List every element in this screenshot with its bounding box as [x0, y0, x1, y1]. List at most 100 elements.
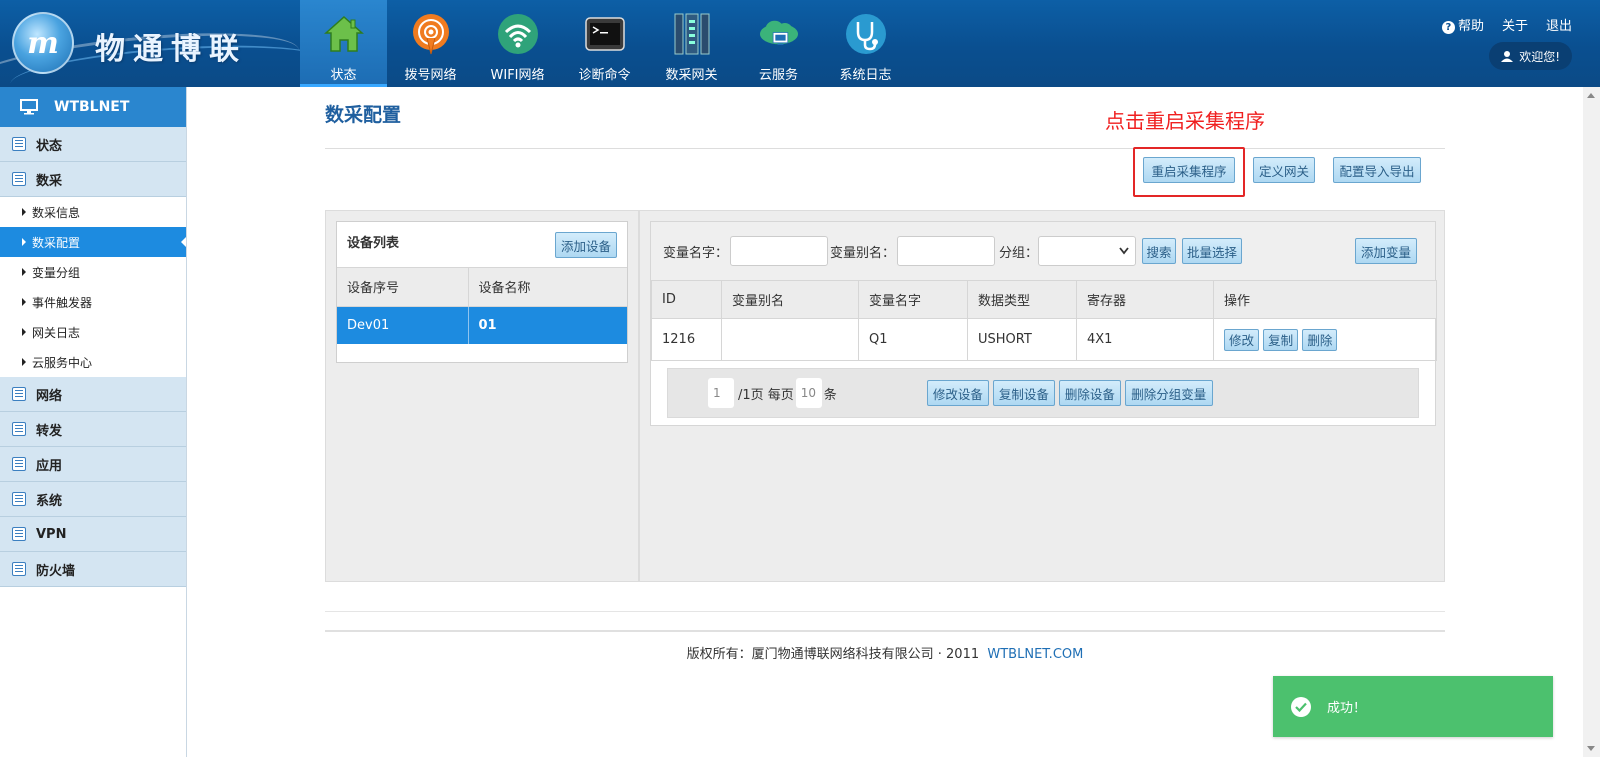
- copy-variable-button[interactable]: 复制: [1263, 328, 1299, 351]
- divider: [325, 148, 1445, 149]
- delete-variable-button[interactable]: 删除: [1302, 328, 1338, 351]
- device-list-title: 设备列表: [347, 236, 400, 251]
- filter-bar: 变量名字： 变量别名： 分组： 搜索 批量选择 添加变量: [651, 222, 1435, 280]
- column-header: ID: [651, 280, 722, 319]
- sidebar: WTBLNET 状态 数采 数采信息 数采配置 变量分组 事件触发器 网关日志 …: [0, 87, 187, 757]
- home-icon: [322, 12, 366, 56]
- sidebar-group-label: VPN: [36, 526, 67, 542]
- var-alias-input[interactable]: [897, 236, 996, 266]
- page-title: 数采配置: [325, 104, 402, 126]
- sidebar-group-firewall[interactable]: 防火墙: [0, 552, 186, 587]
- sidebar-group-forward[interactable]: 转发: [0, 412, 186, 447]
- caret-right-icon: [22, 328, 26, 336]
- nav-label: 拨号网络: [404, 68, 457, 83]
- user-icon: [1501, 51, 1514, 62]
- nav-syslog[interactable]: 系统日志: [822, 0, 909, 87]
- delete-device-button[interactable]: 删除设备: [1058, 380, 1121, 406]
- sidebar-group-acquisition[interactable]: 数采: [0, 162, 186, 197]
- welcome-badge[interactable]: 欢迎您!: [1489, 42, 1572, 70]
- footer-divider: [325, 630, 1445, 632]
- batch-select-button[interactable]: 批量选择: [1182, 238, 1243, 264]
- restart-acquisition-button[interactable]: 重启采集程序: [1143, 157, 1235, 183]
- sidebar-group-label: 状态: [36, 138, 63, 154]
- welcome-text: 欢迎您!: [1519, 49, 1560, 64]
- device-list-header: 设备列表 添加设备: [337, 222, 627, 268]
- logout-link[interactable]: 退出: [1546, 15, 1572, 34]
- copy-device-button[interactable]: 复制设备: [992, 380, 1055, 406]
- scroll-up-icon[interactable]: [1587, 93, 1595, 98]
- table-header-row: ID 变量别名 变量名字 数据类型 寄存器 操作: [651, 280, 1437, 319]
- sidebar-group-system[interactable]: 系统: [0, 482, 186, 517]
- column-header: 数据类型: [967, 280, 1077, 319]
- table-row[interactable]: 1216 Q1 USHORT 4X1 修改 复制 删除: [651, 318, 1437, 361]
- group-select[interactable]: [1038, 236, 1137, 266]
- caret-right-icon: [22, 208, 26, 216]
- search-button[interactable]: 搜索: [1142, 238, 1177, 264]
- sidebar-group-status[interactable]: 状态: [0, 127, 186, 162]
- nav-status[interactable]: 状态: [300, 0, 387, 87]
- nav-label: 数采网关: [665, 68, 718, 83]
- list-icon: [12, 527, 26, 541]
- sidebar-item-label: 数采信息: [32, 205, 81, 220]
- gateway-icon: [670, 12, 714, 56]
- nav-gateway[interactable]: 数采网关: [648, 0, 735, 87]
- sidebar-item-gateway-log[interactable]: 网关日志: [0, 317, 186, 347]
- top-links: ? 帮助 关于 退出: [1441, 15, 1572, 34]
- device-id-cell: Dev01: [337, 306, 469, 344]
- cell-register: 4X1: [1076, 318, 1214, 361]
- add-device-button[interactable]: 添加设备: [555, 232, 617, 258]
- sidebar-title: WTBLNET: [0, 87, 186, 127]
- device-row-selected[interactable]: Dev01 01: [337, 306, 627, 344]
- list-icon: [12, 422, 26, 436]
- footer-divider: [325, 611, 1445, 612]
- edit-variable-button[interactable]: 修改: [1224, 328, 1260, 351]
- variable-panel: 变量名字： 变量别名： 分组： 搜索 批量选择 添加变量 ID 变量别名 变量名…: [650, 221, 1437, 426]
- sidebar-item-label: 数采配置: [32, 235, 81, 250]
- sidebar-item-cloud-center[interactable]: 云服务中心: [0, 347, 186, 377]
- sidebar-item-var-group[interactable]: 变量分组: [0, 257, 186, 287]
- nav-wifi[interactable]: WIFI网络: [474, 0, 561, 87]
- define-gateway-button[interactable]: 定义网关: [1253, 157, 1315, 183]
- import-export-button[interactable]: 配置导入导出: [1333, 157, 1421, 183]
- column-header: 变量别名: [721, 280, 859, 319]
- sidebar-item-acq-config[interactable]: 数采配置: [0, 227, 186, 257]
- help-link[interactable]: ? 帮助: [1441, 15, 1484, 34]
- sidebar-group-apps[interactable]: 应用: [0, 447, 186, 482]
- per-page-input[interactable]: 10: [795, 378, 822, 408]
- sidebar-group-network[interactable]: 网络: [0, 377, 186, 412]
- top-header: m 物通博联 状态 拨号网络 WIFI网络 诊断命令 数采网关 云服务 系统日志…: [0, 0, 1600, 87]
- copyright-text: 版权所有：厦门物通博联网络科技有限公司 · 2011: [686, 647, 980, 662]
- sidebar-group-label: 防火墙: [36, 563, 76, 579]
- nav-dial-network[interactable]: 拨号网络: [387, 0, 474, 87]
- var-name-label: 变量名字：: [663, 245, 729, 261]
- sidebar-group-label: 系统: [36, 493, 63, 509]
- add-variable-button[interactable]: 添加变量: [1355, 238, 1417, 264]
- company-link[interactable]: WTBLNET.COM: [987, 647, 1083, 662]
- sidebar-item-event-trigger[interactable]: 事件触发器: [0, 287, 186, 317]
- var-name-input[interactable]: [730, 236, 829, 266]
- nav-cloud[interactable]: 云服务: [735, 0, 822, 87]
- brand-name: 物通博联: [95, 32, 247, 67]
- panel-divider: [638, 211, 640, 581]
- sidebar-group-vpn[interactable]: VPN: [0, 517, 186, 552]
- delete-group-vars-button[interactable]: 删除分组变量: [1124, 380, 1213, 406]
- sidebar-group-label: 应用: [36, 458, 63, 474]
- about-link[interactable]: 关于: [1502, 15, 1528, 34]
- nav-diagnostics[interactable]: 诊断命令: [561, 0, 648, 87]
- variable-table: ID 变量别名 变量名字 数据类型 寄存器 操作 1216 Q1 USHORT …: [651, 280, 1437, 361]
- cloud-icon: [757, 12, 801, 56]
- group-label: 分组：: [999, 245, 1039, 261]
- sidebar-item-label: 云服务中心: [32, 355, 93, 370]
- help-label: 帮助: [1457, 19, 1484, 34]
- sidebar-group-label: 数采: [36, 173, 63, 189]
- edit-device-button[interactable]: 修改设备: [926, 380, 989, 406]
- list-icon: [12, 137, 26, 151]
- sidebar-item-acq-info[interactable]: 数采信息: [0, 197, 186, 227]
- page-number-input[interactable]: 1: [708, 378, 734, 408]
- nav-label: 云服务: [758, 68, 798, 83]
- page-scrollbar[interactable]: [1583, 87, 1600, 757]
- list-icon: [12, 492, 26, 506]
- scroll-down-icon[interactable]: [1587, 746, 1595, 751]
- brand-logo-icon: m: [12, 12, 74, 74]
- column-header: 变量名字: [858, 280, 968, 319]
